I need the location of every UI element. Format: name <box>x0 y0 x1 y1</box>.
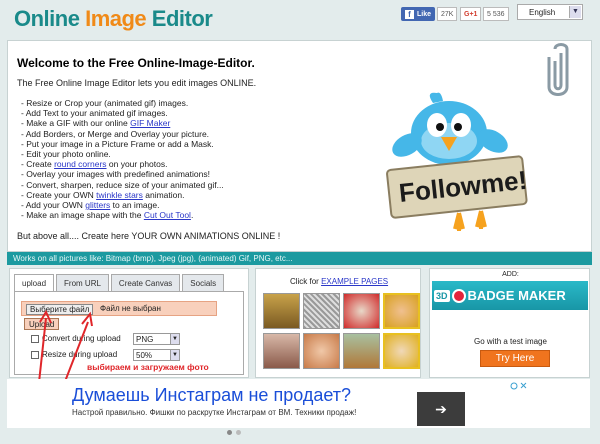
badge-3d-label: 3D <box>434 289 450 302</box>
ad-title[interactable]: Думаешь Инстаграм не продает? <box>72 385 351 406</box>
example-thumb-7[interactable] <box>343 333 380 369</box>
ad-go-button[interactable]: ➔ <box>417 392 465 426</box>
example-thumb-6[interactable] <box>303 333 340 369</box>
examples-prefix: Click for <box>289 277 322 286</box>
badge-maker-banner[interactable]: 3D BADGE MAKER <box>432 281 588 310</box>
carousel-dot-1[interactable] <box>227 430 232 435</box>
example-pages-link[interactable]: EXAMPLE PAGES <box>321 277 388 286</box>
advertisement-banner[interactable]: Думаешь Инстаграм не продает? Настрой пр… <box>7 379 590 428</box>
test-image-text: Go with a test image <box>474 337 547 346</box>
example-thumb-5[interactable] <box>263 333 300 369</box>
example-thumb-2[interactable] <box>303 293 340 329</box>
example-thumb-4[interactable] <box>383 293 420 329</box>
example-thumb-1[interactable] <box>263 293 300 329</box>
examples-heading: Click for EXAMPLE PAGES <box>256 277 422 286</box>
ad-label: ADD: <box>502 271 519 278</box>
heart-badge-icon <box>451 288 466 303</box>
example-thumb-3[interactable] <box>343 293 380 329</box>
carousel-dot-2[interactable] <box>236 430 241 435</box>
carousel-dots <box>227 430 245 435</box>
try-here-button[interactable]: Try Here <box>480 350 550 367</box>
examples-panel: Click for EXAMPLE PAGES <box>255 268 421 378</box>
ad-text: Настрой правильно. Фишки по раскрутке Ин… <box>72 408 357 417</box>
example-thumb-8[interactable] <box>383 333 420 369</box>
ad-choices-icon[interactable] <box>510 382 528 390</box>
badge-maker-text: BADGE MAKER <box>467 288 566 303</box>
badge-maker-panel: ADD: 3D BADGE MAKER Go with a test image… <box>429 268 590 378</box>
